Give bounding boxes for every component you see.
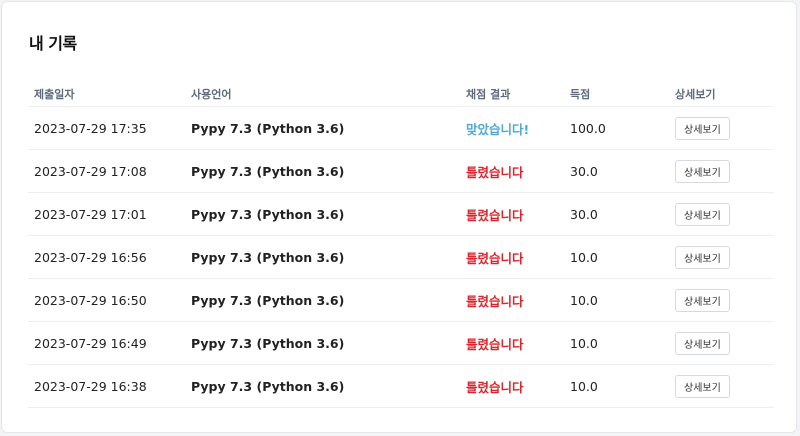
submission-date: 2023-07-29 16:56	[28, 235, 185, 279]
header-language: 사용언어	[185, 81, 460, 107]
submission-result: 맞았습니다!	[466, 121, 530, 137]
submission-result: 틀렸습니다	[466, 164, 524, 180]
submission-result: 틀렸습니다	[466, 379, 524, 395]
header-detail: 상세보기	[669, 81, 774, 107]
submission-date: 2023-07-29 16:38	[28, 364, 185, 408]
header-result: 채점 결과	[460, 81, 564, 107]
submission-date: 2023-07-29 16:49	[28, 321, 185, 365]
submission-score: 30.0	[564, 192, 669, 236]
submission-language: Pypy 7.3 (Python 3.6)	[185, 278, 460, 322]
submission-language: Pypy 7.3 (Python 3.6)	[185, 149, 460, 193]
detail-button[interactable]: 상세보기	[675, 159, 730, 183]
header-score: 득점	[564, 81, 669, 107]
table-row: 2023-07-29 17:35 Pypy 7.3 (Python 3.6) 맞…	[28, 106, 774, 150]
detail-button[interactable]: 상세보기	[675, 331, 730, 355]
submission-result: 틀렸습니다	[466, 293, 524, 309]
submission-result: 틀렸습니다	[466, 250, 524, 266]
submission-language: Pypy 7.3 (Python 3.6)	[185, 235, 460, 279]
submission-date: 2023-07-29 17:35	[28, 106, 185, 150]
header-date: 제출일자	[28, 81, 185, 107]
records-card: 내 기록 제출일자 사용언어 채점 결과 득점 상세보기 2023-07-29 …	[1, 1, 797, 433]
submission-language: Pypy 7.3 (Python 3.6)	[185, 364, 460, 408]
table-row: 2023-07-29 16:50 Pypy 7.3 (Python 3.6) 틀…	[28, 278, 774, 322]
submission-language: Pypy 7.3 (Python 3.6)	[185, 192, 460, 236]
submission-score: 10.0	[564, 321, 669, 365]
detail-button[interactable]: 상세보기	[675, 116, 730, 140]
submission-date: 2023-07-29 17:08	[28, 149, 185, 193]
table-row: 2023-07-29 16:49 Pypy 7.3 (Python 3.6) 틀…	[28, 321, 774, 365]
page-title: 내 기록	[29, 34, 77, 53]
detail-button[interactable]: 상세보기	[675, 202, 730, 226]
table-row: 2023-07-29 17:01 Pypy 7.3 (Python 3.6) 틀…	[28, 192, 774, 236]
detail-button[interactable]: 상세보기	[675, 245, 730, 269]
submission-score: 10.0	[564, 235, 669, 279]
table-header-row: 제출일자 사용언어 채점 결과 득점 상세보기	[28, 81, 774, 107]
table-row: 2023-07-29 16:38 Pypy 7.3 (Python 3.6) 틀…	[28, 364, 774, 408]
submission-language: Pypy 7.3 (Python 3.6)	[185, 106, 460, 150]
detail-button[interactable]: 상세보기	[675, 374, 730, 398]
submission-score: 10.0	[564, 364, 669, 408]
submission-language: Pypy 7.3 (Python 3.6)	[185, 321, 460, 365]
table-row: 2023-07-29 17:08 Pypy 7.3 (Python 3.6) 틀…	[28, 149, 774, 193]
submission-score: 100.0	[564, 106, 669, 150]
detail-button[interactable]: 상세보기	[675, 288, 730, 312]
submission-result: 틀렸습니다	[466, 336, 524, 352]
submission-score: 10.0	[564, 278, 669, 322]
submission-score: 30.0	[564, 149, 669, 193]
submission-result: 틀렸습니다	[466, 207, 524, 223]
table-row: 2023-07-29 16:56 Pypy 7.3 (Python 3.6) 틀…	[28, 235, 774, 279]
submission-date: 2023-07-29 16:50	[28, 278, 185, 322]
submission-date: 2023-07-29 17:01	[28, 192, 185, 236]
records-table: 제출일자 사용언어 채점 결과 득점 상세보기 2023-07-29 17:35…	[28, 81, 774, 408]
